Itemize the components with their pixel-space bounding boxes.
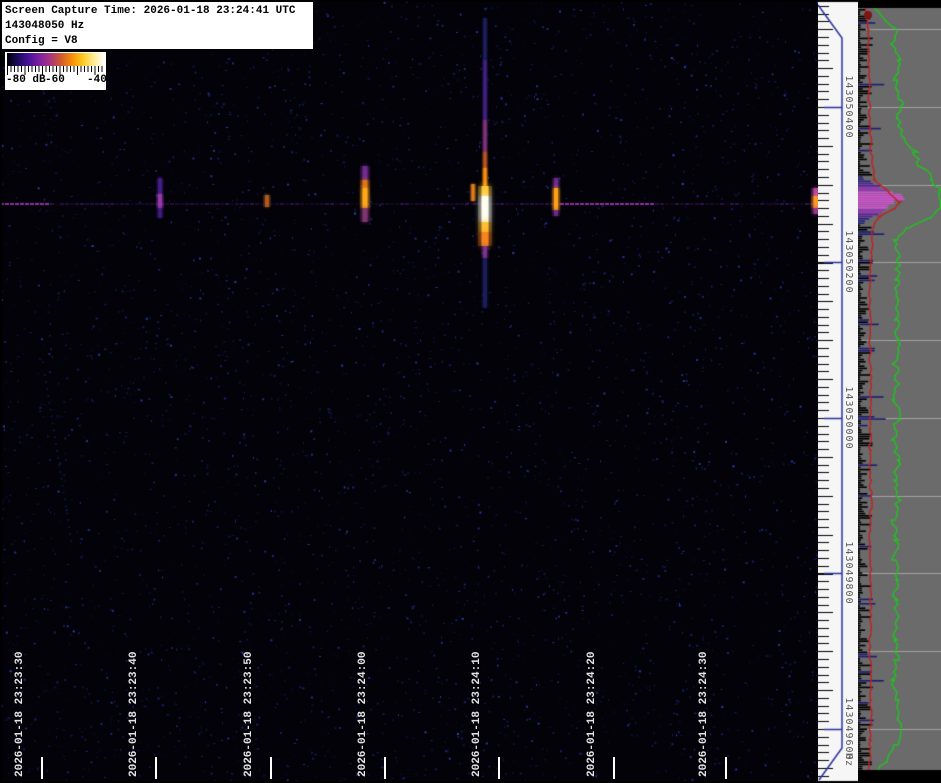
info-box: Screen Capture Time: 2026-01-18 23:24:41…: [2, 2, 313, 49]
frequency-label: Hz: [843, 753, 854, 767]
frequency-label: 143050000: [843, 386, 854, 449]
time-label: 2026-01-18 23:24:20: [586, 652, 598, 777]
time-label: 2026-01-18 23:24:00: [357, 652, 369, 777]
time-tick: [498, 757, 500, 779]
frequency-label: 143049800: [843, 541, 854, 604]
capture-time-text: Screen Capture Time: 2026-01-18 23:24:41…: [5, 4, 313, 19]
frequency-axis: 143050400 143050200 143050000 143049800 1430…: [818, 0, 858, 783]
spectrogram-waterfall: [0, 0, 818, 783]
colorbar-label-60: -60: [45, 74, 65, 86]
frequency-label: 143049600: [843, 697, 854, 760]
colorbar-label-40: -40: [87, 74, 107, 86]
time-tick: [155, 757, 157, 779]
time-label: 2026-01-18 23:23:50: [243, 652, 255, 777]
time-tick: [270, 757, 272, 779]
time-label: 2026-01-18 23:23:40: [128, 652, 140, 777]
frequency-text: 143048050 Hz: [5, 19, 313, 34]
colorbar-gradient: [7, 53, 104, 66]
config-text: Config = V8: [5, 34, 313, 49]
time-tick: [384, 757, 386, 779]
time-label: 2026-01-18 23:24:30: [698, 652, 710, 777]
time-label: 2026-01-18 23:24:10: [471, 652, 483, 777]
spectrogram-app-screen: 2026-01-18 23:23:30 2026-01-18 23:23:40 20…: [0, 0, 941, 783]
colorbar: -80 dB -60 -40: [5, 52, 106, 90]
frequency-label: 143050400: [843, 75, 854, 138]
time-tick: [41, 757, 43, 779]
time-tick: [725, 757, 727, 779]
frequency-label: 143050200: [843, 230, 854, 293]
colorbar-label-80db: -80 dB: [6, 74, 46, 86]
time-tick: [613, 757, 615, 779]
time-label: 2026-01-18 23:23:30: [14, 652, 26, 777]
spectrum-panel: [858, 0, 941, 783]
